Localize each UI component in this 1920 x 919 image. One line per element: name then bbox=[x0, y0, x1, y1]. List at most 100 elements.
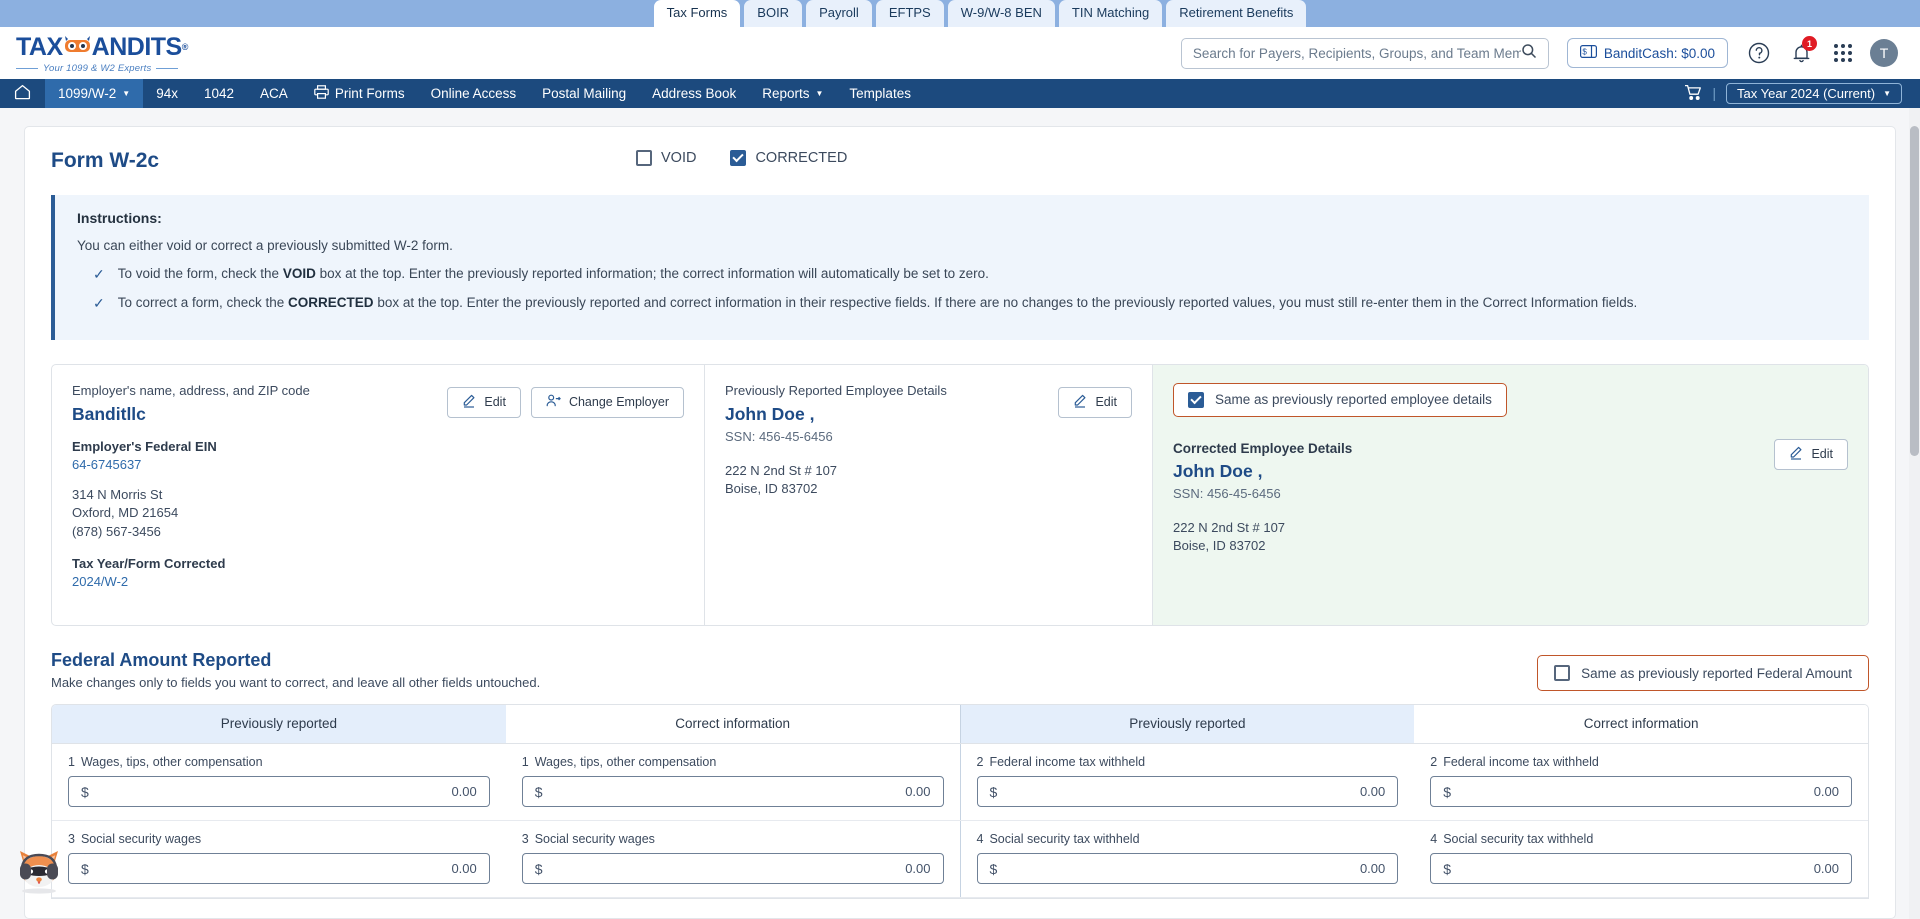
global-search[interactable] bbox=[1180, 37, 1549, 69]
product-tab-payroll[interactable]: Payroll bbox=[806, 0, 872, 27]
currency-icon: $ bbox=[534, 860, 543, 877]
field-3-label-prev: 3 Social security wages bbox=[68, 832, 202, 847]
nav-print-forms[interactable]: Print Forms bbox=[301, 79, 418, 108]
help-icon[interactable] bbox=[1744, 38, 1774, 68]
form-card: Form W-2c VOID CORRECTED Instructions: Y… bbox=[24, 126, 1896, 919]
page-scrollbar-track[interactable] bbox=[1909, 108, 1920, 919]
field-2-prev-value: 0.00 bbox=[1359, 784, 1386, 800]
search-icon[interactable] bbox=[1521, 43, 1537, 64]
user-avatar[interactable]: T bbox=[1870, 39, 1898, 67]
field-3-prev-input[interactable]: $ 0.00 bbox=[68, 853, 490, 885]
federal-amount-header: Federal Amount Reported Make changes onl… bbox=[51, 650, 1869, 692]
nav-aca[interactable]: ACA bbox=[247, 79, 301, 108]
taxbandits-logo[interactable]: TAX ANDITS ® Your 1099 & W2 Experts bbox=[16, 33, 188, 74]
logo-tagline: Your 1099 & W2 Experts bbox=[16, 63, 188, 74]
field-1-corr-value: 0.00 bbox=[905, 784, 931, 800]
currency-icon: $ bbox=[989, 783, 998, 800]
taxyear-corrected-value: 2024/W-2 bbox=[72, 574, 129, 590]
corrected-label: CORRECTED bbox=[755, 150, 848, 166]
nav-postal-mailing[interactable]: Postal Mailing bbox=[529, 79, 639, 108]
cell-prev-field-3: 3 Social security wages $ 0.00 bbox=[52, 821, 506, 897]
cell-prev-field-1: 1 Wages, tips, other compensation $ 0.00 bbox=[52, 744, 506, 820]
same-as-federal-checkbox-row[interactable]: Same as previously reported Federal Amou… bbox=[1537, 655, 1869, 692]
product-tab-tin-matching[interactable]: TIN Matching bbox=[1058, 0, 1163, 27]
prev-employee-edit-button[interactable]: Edit bbox=[1058, 386, 1132, 418]
field-1-corr-input[interactable]: $ 0.00 bbox=[521, 776, 944, 808]
corrected-employee-panel: Same as previously reported employee det… bbox=[1153, 364, 1868, 626]
corrected-employee-ssn: SSN: 456-45-6456 bbox=[1173, 485, 1281, 501]
nav-1042[interactable]: 1042 bbox=[191, 79, 247, 108]
pencil-icon bbox=[1789, 446, 1803, 463]
currency-icon: $ bbox=[1443, 783, 1452, 800]
corrected-employee-edit-button[interactable]: Edit bbox=[1774, 438, 1848, 470]
table-row: 1 Wages, tips, other compensation $ 0.00 … bbox=[52, 744, 1868, 822]
nav-94x[interactable]: 94x bbox=[143, 79, 191, 108]
field-3-label-corr: 3 Social security wages bbox=[521, 832, 655, 847]
page-scrollbar-thumb[interactable] bbox=[1910, 126, 1919, 456]
void-corrected-group: VOID CORRECTED bbox=[636, 150, 847, 166]
nav-home[interactable] bbox=[0, 79, 45, 108]
corrected-checkbox[interactable] bbox=[730, 150, 747, 166]
logo-text-bandits: ANDITS bbox=[91, 32, 183, 61]
nav-divider: | bbox=[1712, 86, 1717, 101]
nav-1099-w2[interactable]: 1099/W-2 ▼ bbox=[45, 79, 144, 108]
logo-wordmark: TAX ANDITS ® bbox=[16, 33, 188, 62]
chevron-down-icon: ▼ bbox=[1883, 89, 1891, 98]
prev-employee-address-line1: 222 N 2nd St # 107 bbox=[725, 462, 838, 478]
field-4-corr-input[interactable]: $ 0.00 bbox=[1430, 853, 1852, 885]
void-checkbox-row[interactable]: VOID bbox=[636, 150, 696, 166]
employer-edit-button[interactable]: Edit bbox=[447, 386, 521, 418]
same-as-federal-checkbox[interactable] bbox=[1554, 665, 1571, 682]
apps-grid-icon[interactable] bbox=[1828, 38, 1858, 68]
chevron-down-icon: ▼ bbox=[122, 89, 131, 98]
raccoon-mascot-icon[interactable] bbox=[14, 849, 64, 895]
banditcash-button[interactable]: $ BanditCash: $0.00 bbox=[1566, 38, 1728, 68]
field-2-prev-input[interactable]: $ 0.00 bbox=[976, 776, 1399, 808]
employer-address-line1: 314 N Morris St bbox=[72, 486, 163, 502]
field-2-corr-input[interactable]: $ 0.00 bbox=[1430, 776, 1852, 808]
void-checkbox[interactable] bbox=[636, 150, 652, 166]
tax-year-selector[interactable]: Tax Year 2024 (Current) ▼ bbox=[1726, 83, 1902, 104]
corrected-employee-actions: Edit bbox=[1774, 438, 1848, 470]
field-4-prev-input[interactable]: $ 0.00 bbox=[976, 853, 1399, 885]
instruction-corrected-text: To correct a form, check the CORRECTED b… bbox=[117, 295, 1638, 311]
cart-icon[interactable] bbox=[1684, 84, 1703, 104]
check-icon: ✓ bbox=[93, 266, 105, 282]
same-as-employee-checkbox[interactable] bbox=[1188, 391, 1204, 408]
instructions-lead: You can either void or correct a previou… bbox=[77, 238, 453, 253]
field-3-corr-input[interactable]: $ 0.00 bbox=[521, 853, 944, 885]
notifications-icon[interactable]: 1 bbox=[1786, 36, 1817, 68]
same-as-employee-checkbox-row[interactable]: Same as previously reported employee det… bbox=[1173, 382, 1507, 417]
field-3-corr-value: 0.00 bbox=[905, 861, 931, 877]
federal-amount-titles: Federal Amount Reported Make changes onl… bbox=[51, 650, 540, 690]
logo-text-tax: TAX bbox=[16, 32, 63, 61]
change-employer-button[interactable]: Change Employer bbox=[530, 386, 684, 418]
corrected-employee-name: John Doe , bbox=[1173, 460, 1263, 481]
raccoon-mask-icon bbox=[64, 33, 91, 62]
product-tab-eftps[interactable]: EFTPS bbox=[875, 0, 944, 27]
field-1-prev-value: 0.00 bbox=[451, 784, 477, 800]
nav-templates[interactable]: Templates bbox=[836, 79, 924, 108]
nav-online-access[interactable]: Online Access bbox=[418, 79, 530, 108]
nav-reports[interactable]: Reports ▼ bbox=[749, 79, 836, 108]
nav-address-book[interactable]: Address Book bbox=[639, 79, 749, 108]
search-input[interactable] bbox=[1192, 45, 1521, 61]
product-tab-retirement-benefits[interactable]: Retirement Benefits bbox=[1166, 0, 1307, 27]
employer-edit-label: Edit bbox=[484, 395, 506, 410]
corrected-checkbox-row[interactable]: CORRECTED bbox=[730, 150, 847, 166]
notification-badge: 1 bbox=[1802, 36, 1817, 51]
taxyear-corrected-label: Tax Year/Form Corrected bbox=[72, 556, 226, 572]
field-1-prev-input[interactable]: $ 0.00 bbox=[68, 776, 490, 808]
corrected-employee-edit-label: Edit bbox=[1811, 447, 1833, 462]
nav-right-group: | Tax Year 2024 (Current) ▼ bbox=[1684, 79, 1920, 108]
product-tab-w9-w8ben[interactable]: W-9/W-8 BEN bbox=[947, 0, 1055, 27]
product-tab-boir[interactable]: BOIR bbox=[744, 0, 803, 27]
table-header-row: Previously reported Correct information … bbox=[52, 705, 1868, 745]
corrected-employee-label: Corrected Employee Details bbox=[1173, 440, 1353, 456]
product-tab-tax-forms[interactable]: Tax Forms bbox=[653, 0, 741, 27]
previous-employee-panel: Previously Reported Employee Details Joh… bbox=[705, 364, 1153, 626]
nav-print-forms-label: Print Forms bbox=[334, 86, 405, 101]
employer-ein-label: Employer's Federal EIN bbox=[72, 438, 217, 454]
